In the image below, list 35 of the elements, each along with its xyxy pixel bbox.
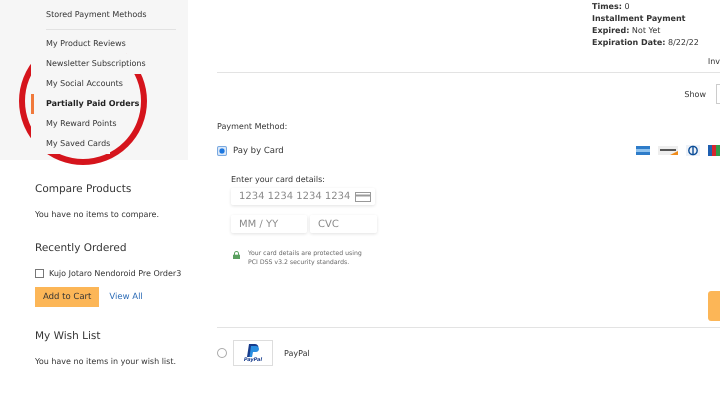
card-brand-icon: [636, 146, 650, 155]
show-select[interactable]: [716, 84, 720, 104]
empty-message: You have no items to compare.: [35, 210, 160, 219]
order-info-line: Installment Payment: [592, 13, 687, 25]
empty-message: You have no items in your wish list.: [35, 357, 178, 366]
order-info-line: Times: 0: [592, 1, 631, 13]
card-brand-icon: [686, 145, 700, 156]
add-to-cart-button[interactable]: Add to Cart: [35, 287, 100, 307]
account-nav-link[interactable]: Newsletter Subscriptions: [31, 54, 146, 74]
cut-link-text[interactable]: Inv: [708, 57, 720, 66]
section-title: Recently Ordered: [35, 242, 128, 254]
card-brand-icon: [708, 145, 720, 156]
radio-button[interactable]: [217, 146, 227, 156]
order-info-line: Expiration Date: 8/22/22: [592, 37, 700, 49]
card-number-field[interactable]: 1234 1234 1234 1234: [231, 188, 375, 205]
radio-button[interactable]: [217, 348, 227, 358]
account-nav-link[interactable]: Partially Paid Orders: [31, 94, 140, 114]
letter-p-icon: [247, 344, 259, 356]
order-info-line: Expired: Not Yet: [592, 25, 662, 37]
payment-option-label: Pay by Card: [233, 146, 284, 156]
account-nav-link[interactable]: My Saved Cards: [31, 134, 110, 154]
cvc-field[interactable]: CVC: [310, 215, 377, 233]
expiry-field[interactable]: MM / YY: [231, 215, 307, 233]
checkbox[interactable]: [35, 269, 44, 278]
credit-card-icon: [355, 192, 371, 202]
lock-icon: [233, 251, 240, 259]
section-title: Compare Products: [35, 183, 132, 195]
card-details-label: Enter your card details:: [231, 175, 326, 184]
show-label: Show: [684, 90, 706, 98]
section-title: My Wish List: [35, 330, 102, 342]
payment-method-label: Payment Method:: [217, 122, 288, 131]
product-name: Kujo Jotaro Nendoroid Pre Order3: [49, 269, 182, 278]
view-all-link[interactable]: View All: [109, 292, 143, 302]
payment-option-label: PayPal: [284, 348, 310, 358]
card-brand-icon: [658, 146, 678, 155]
